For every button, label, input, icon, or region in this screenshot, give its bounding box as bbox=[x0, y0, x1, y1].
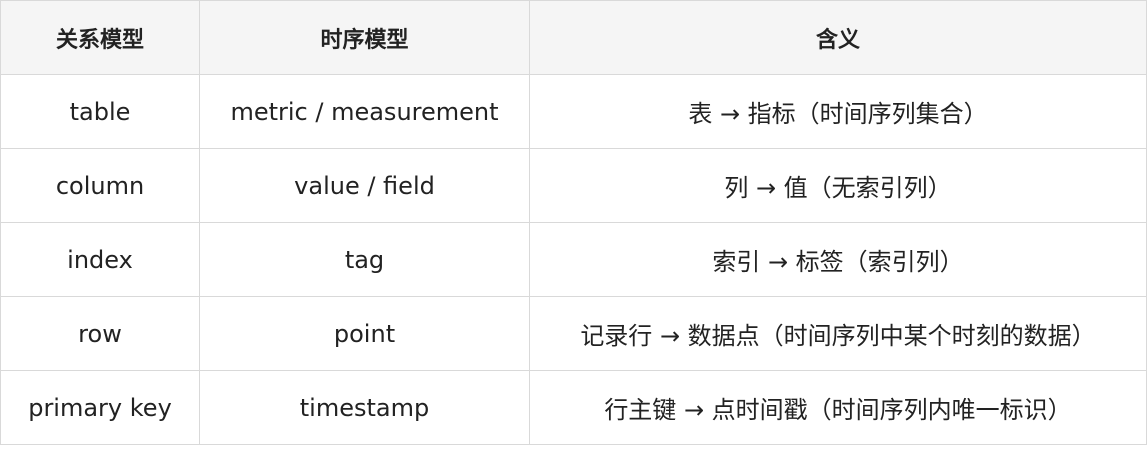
cell-meaning: 表 → 指标（时间序列集合） bbox=[529, 74, 1147, 149]
table-row: index tag 索引 → 标签（索引列） bbox=[0, 222, 1147, 297]
header-meaning: 含义 bbox=[529, 0, 1147, 75]
table-row: row point 记录行 → 数据点（时间序列中某个时刻的数据） bbox=[0, 296, 1147, 371]
cell-relational: primary key bbox=[0, 370, 200, 445]
cell-timeseries: tag bbox=[199, 222, 530, 297]
cell-relational: row bbox=[0, 296, 200, 371]
model-mapping-table: 关系模型 时序模型 含义 table metric / measurement … bbox=[0, 0, 1147, 445]
cell-meaning: 列 → 值（无索引列） bbox=[529, 148, 1147, 223]
table-row: primary key timestamp 行主键 → 点时间戳（时间序列内唯一… bbox=[0, 370, 1147, 445]
table-row: column value / field 列 → 值（无索引列） bbox=[0, 148, 1147, 223]
cell-meaning: 记录行 → 数据点（时间序列中某个时刻的数据） bbox=[529, 296, 1147, 371]
cell-relational: index bbox=[0, 222, 200, 297]
cell-timeseries: metric / measurement bbox=[199, 74, 530, 149]
cell-relational: column bbox=[0, 148, 200, 223]
header-row: 关系模型 时序模型 含义 bbox=[0, 0, 1147, 75]
cell-timeseries: timestamp bbox=[199, 370, 530, 445]
cell-meaning: 行主键 → 点时间戳（时间序列内唯一标识） bbox=[529, 370, 1147, 445]
cell-timeseries: value / field bbox=[199, 148, 530, 223]
header-relational-model: 关系模型 bbox=[0, 0, 200, 75]
header-timeseries-model: 时序模型 bbox=[199, 0, 530, 75]
cell-relational: table bbox=[0, 74, 200, 149]
table-row: table metric / measurement 表 → 指标（时间序列集合… bbox=[0, 74, 1147, 149]
cell-meaning: 索引 → 标签（索引列） bbox=[529, 222, 1147, 297]
cell-timeseries: point bbox=[199, 296, 530, 371]
